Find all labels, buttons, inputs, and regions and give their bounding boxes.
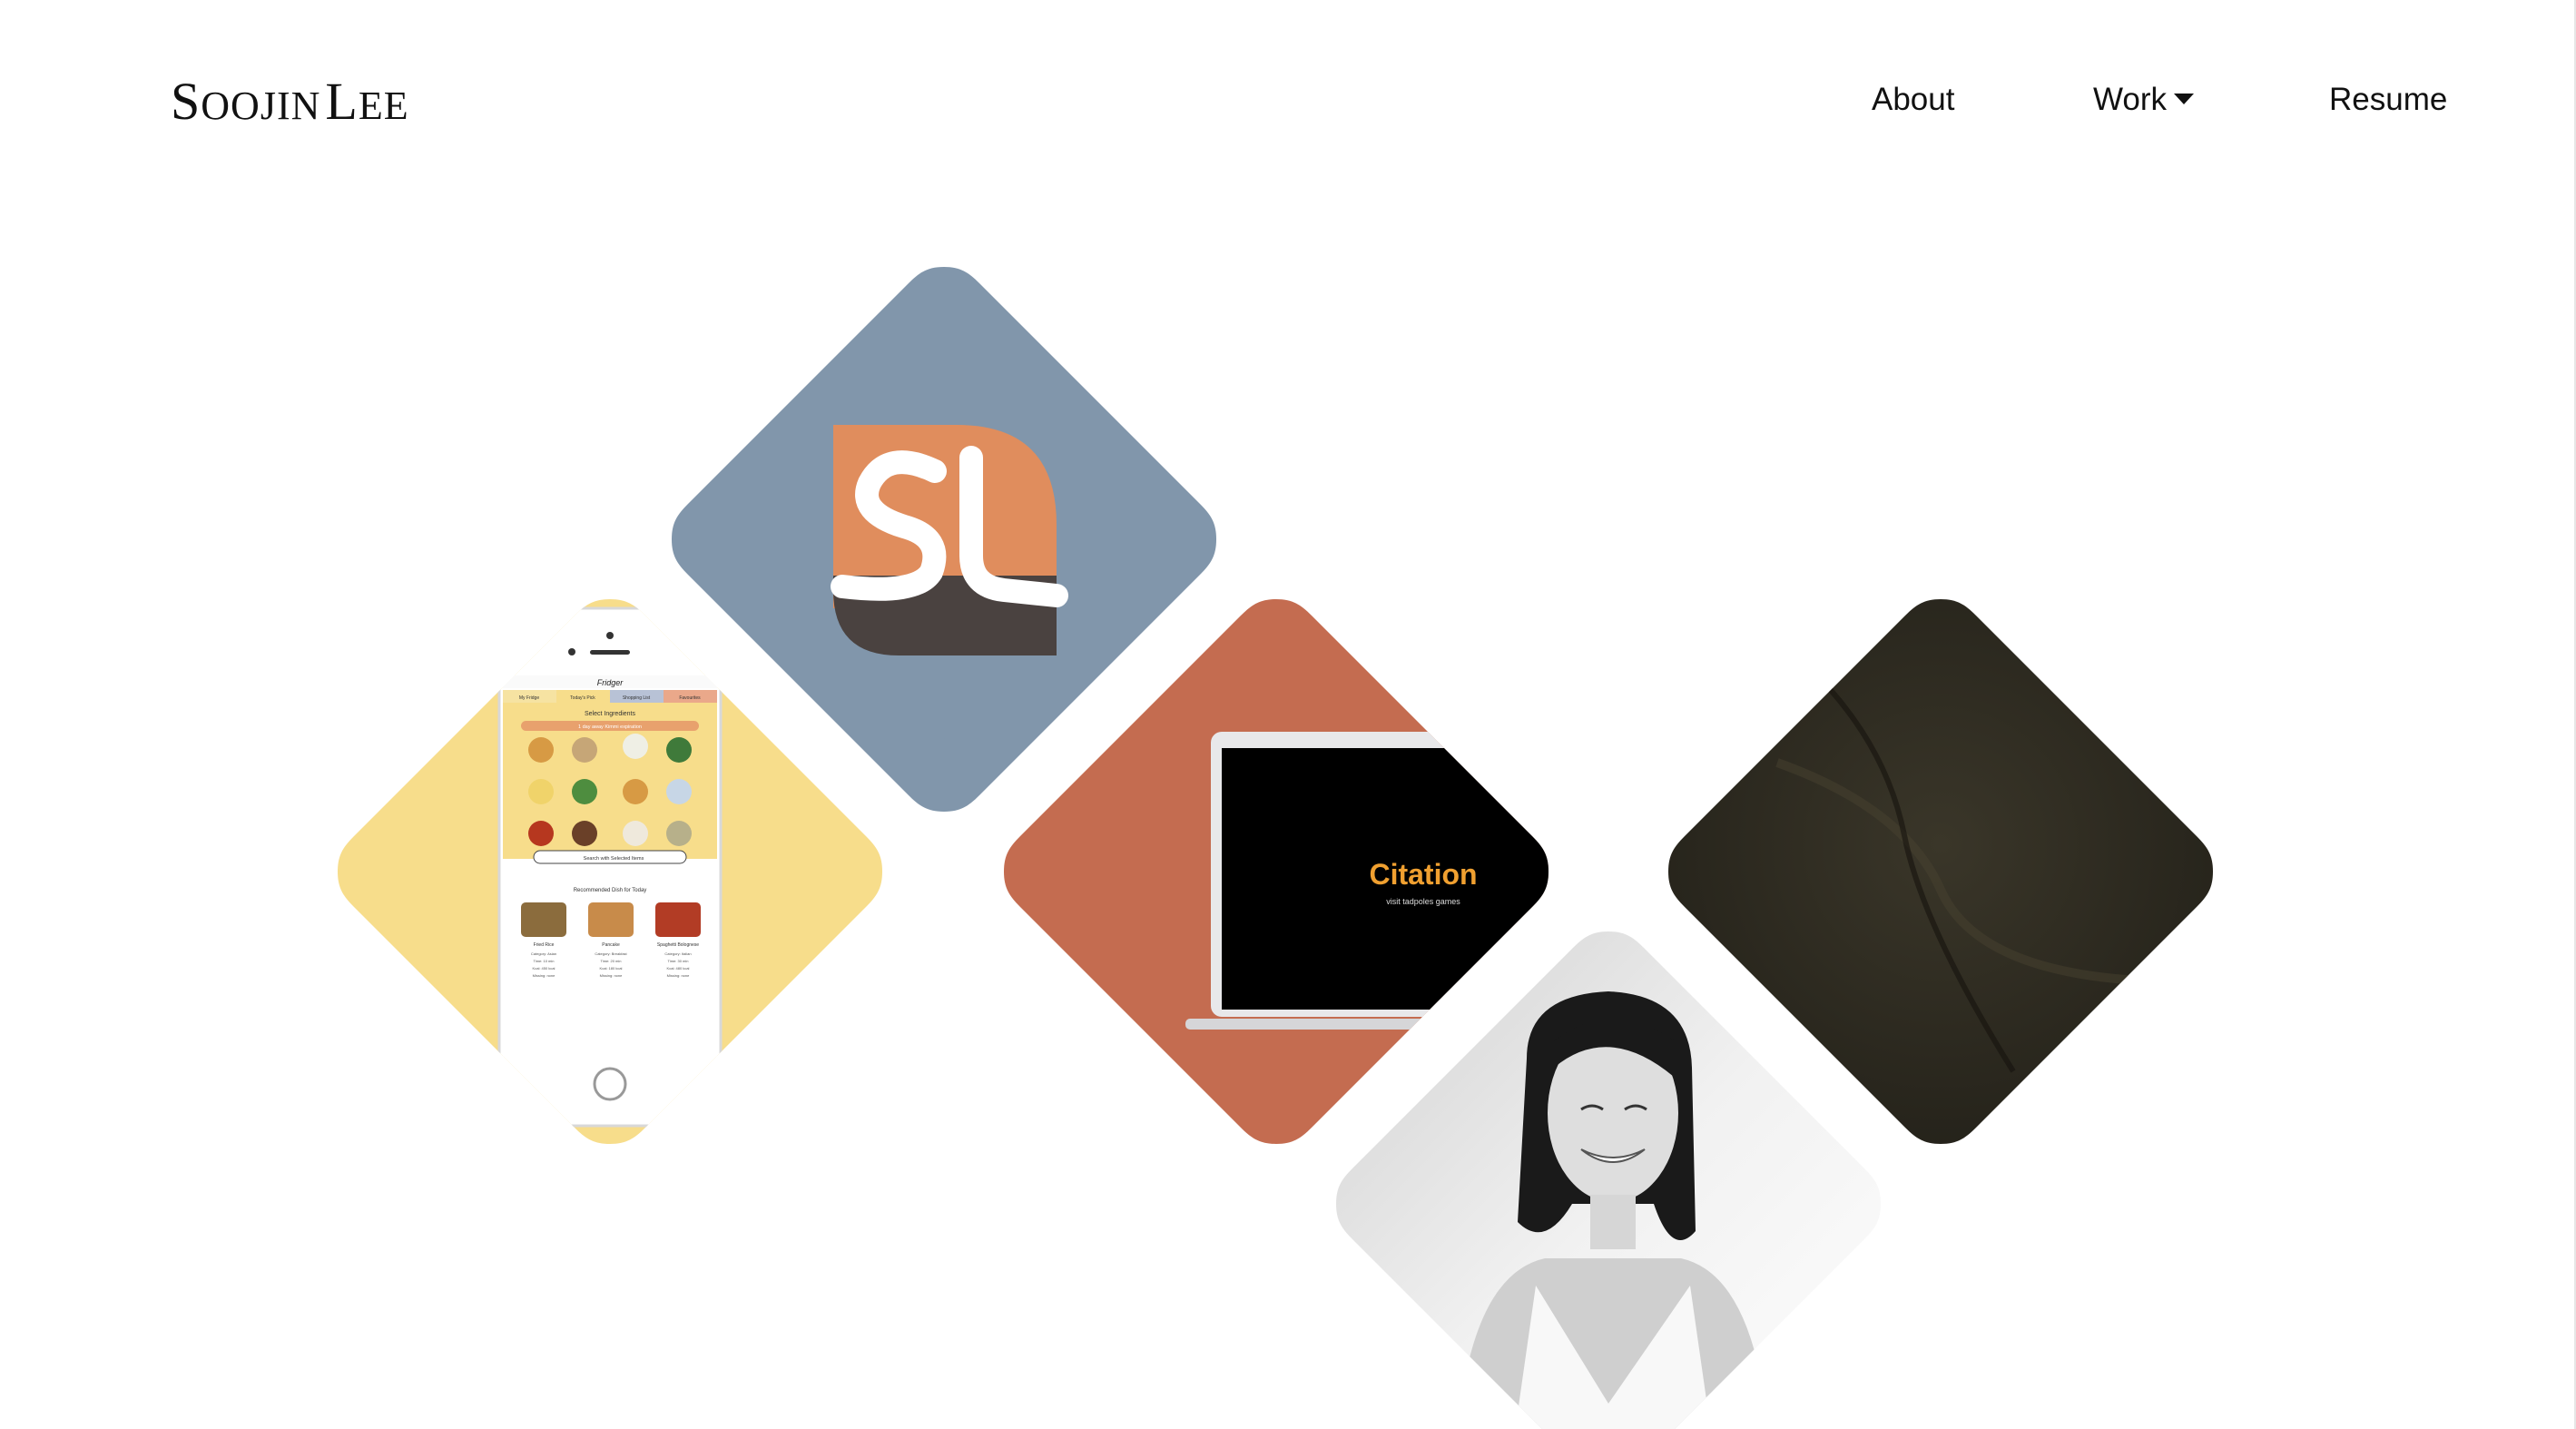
portfolio-page: Soojin Lee About Work Resume S L bbox=[0, 0, 2576, 1429]
fridger-tab: Today's Pick bbox=[570, 695, 595, 701]
dish-detail: Missing: none bbox=[533, 973, 556, 978]
dish-detail: Missing: none bbox=[600, 973, 623, 978]
dish-detail: Category: Italian bbox=[664, 951, 691, 956]
fridger-tab: Shopping List bbox=[623, 695, 651, 701]
dish-detail: Category: Asian bbox=[531, 951, 556, 956]
citation-game-subtitle: visit tadpoles games bbox=[1386, 897, 1460, 906]
dish-detail: Kcal: 180 kcal bbox=[600, 966, 623, 971]
nav-work-dropdown[interactable]: Work bbox=[2093, 82, 2195, 118]
logo-last-rest: ee bbox=[358, 84, 409, 128]
dish-detail: Time: 30 min bbox=[668, 959, 689, 963]
citation-game-title: Citation bbox=[1369, 858, 1477, 891]
dish-detail: Category: Breakfast bbox=[595, 951, 627, 956]
nav-about-link[interactable]: About bbox=[1872, 82, 1954, 118]
dish-name: Pancake bbox=[602, 942, 620, 948]
caret-down-icon bbox=[2174, 93, 2195, 104]
dish-name: Fried Rice bbox=[534, 942, 555, 948]
dish-detail: Kcal: 450 kcal bbox=[533, 966, 556, 971]
fridger-recommend-title: Recommended Dish for Today bbox=[574, 888, 647, 893]
fridger-section-title: Select Ingredients bbox=[585, 711, 636, 717]
dish-detail: Kcal: 480 kcal bbox=[667, 966, 690, 971]
nav-resume-link[interactable]: Resume bbox=[2329, 82, 2447, 118]
fridger-search-button: Search with Selected Items bbox=[584, 856, 644, 862]
fridger-app-name: Fridger bbox=[597, 678, 624, 687]
dish-detail: Time: 20 min bbox=[601, 959, 622, 963]
dish-detail: Missing: none bbox=[667, 973, 690, 978]
logo-first-rest: oojin bbox=[201, 84, 321, 128]
dish-name: Spaghetti Bolognese bbox=[657, 942, 699, 948]
logo-first-initial: S bbox=[171, 72, 202, 131]
fridger-tab: My Fridge bbox=[519, 695, 539, 701]
fridger-banner: 1 day away Kimmi expiration bbox=[578, 724, 642, 730]
site-logo[interactable]: Soojin Lee bbox=[171, 71, 409, 132]
dish-detail: Time: 10 min bbox=[534, 959, 555, 963]
fridger-tab: Favourites bbox=[679, 695, 701, 701]
nav-work-label: Work bbox=[2093, 82, 2168, 117]
logo-last-initial: L bbox=[325, 72, 359, 131]
